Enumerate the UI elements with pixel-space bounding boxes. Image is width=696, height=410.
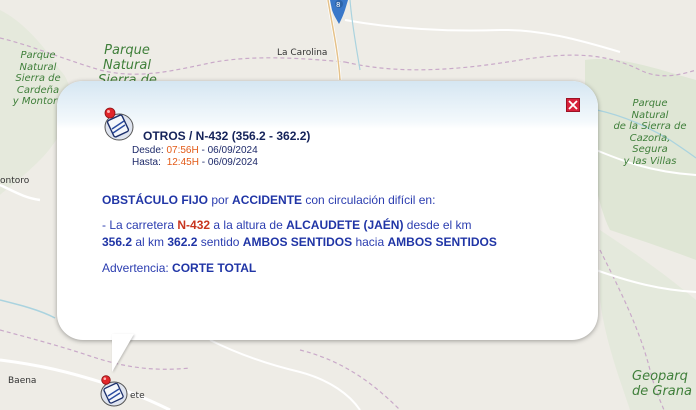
incident-popup (57, 81, 598, 340)
detail-road: N-432 (177, 218, 211, 232)
popup-header (57, 81, 598, 129)
popup-pointer (112, 334, 134, 372)
detail-connector: a la altura de (210, 218, 287, 232)
svg-text:8: 8 (336, 1, 340, 9)
warning-value: CORTE TOTAL (172, 261, 257, 275)
popup-incident-icon (101, 104, 137, 142)
map-label-geopark: Geoparq de Grana (632, 369, 692, 399)
incident-summary: OBSTÁCULO FIJO por ACCIDENTE con circula… (102, 193, 435, 207)
map-label-montoro: ontoro (0, 176, 30, 186)
road-works-icon (100, 375, 128, 407)
warning-label: Advertencia: (102, 261, 173, 275)
time-to-date: - 06/09/2024 (201, 157, 258, 168)
summary-connector: por (208, 193, 233, 207)
detail-towards: AMBOS SENTIDOS (387, 235, 497, 249)
time-from-label: Desde: (132, 145, 164, 156)
detail-place: ALCAUDETE (JAÉN) (286, 218, 404, 232)
map-label-park-cazorla: Parque Natural de la Sierra de Cazorla, … (613, 98, 687, 167)
summary-cause: ACCIDENTE (232, 193, 303, 207)
detail-direction-label: sentido (197, 235, 243, 249)
popup-title: OTROS / N-432 (356.2 - 362.2) (143, 129, 311, 143)
detail-towards-label: hacia (352, 235, 388, 249)
time-to-label: Hasta: (132, 157, 161, 168)
map-label-alcaudete: ete (130, 391, 145, 401)
close-icon (568, 100, 578, 110)
detail-km-start: 356.2 (102, 235, 133, 249)
detail-km-end: 362.2 (167, 235, 198, 249)
incident-detail-line1: - La carretera N-432 a la altura de ALCA… (102, 218, 472, 232)
map-label-baena: Baena (8, 376, 37, 386)
detail-to-km: al km (132, 235, 168, 249)
detail-from-km: desde el km (403, 218, 472, 232)
incident-warning: Advertencia: CORTE TOTAL (102, 261, 256, 275)
time-from-date: - 06/09/2024 (201, 145, 258, 156)
close-button[interactable] (566, 98, 580, 112)
summary-obstacle: OBSTÁCULO FIJO (102, 193, 209, 207)
time-to-hour: 12:45H (166, 157, 199, 168)
detail-prefix: - La carretera (102, 218, 178, 232)
incident-marker[interactable] (98, 372, 130, 408)
road-works-icon (104, 107, 134, 141)
time-from-row: Desde: 07:56H - 06/09/2024 (132, 145, 258, 156)
summary-tail: con circulación difícil en: (302, 193, 436, 207)
incident-detail-line2: 356.2 al km 362.2 sentido AMBOS SENTIDOS… (102, 235, 497, 249)
map-label-la-carolina: La Carolina (277, 48, 328, 58)
time-from-hour: 07:56H (166, 145, 199, 156)
time-to-row: Hasta: 12:45H - 06/09/2024 (132, 157, 258, 168)
detail-direction: AMBOS SENTIDOS (242, 235, 353, 249)
